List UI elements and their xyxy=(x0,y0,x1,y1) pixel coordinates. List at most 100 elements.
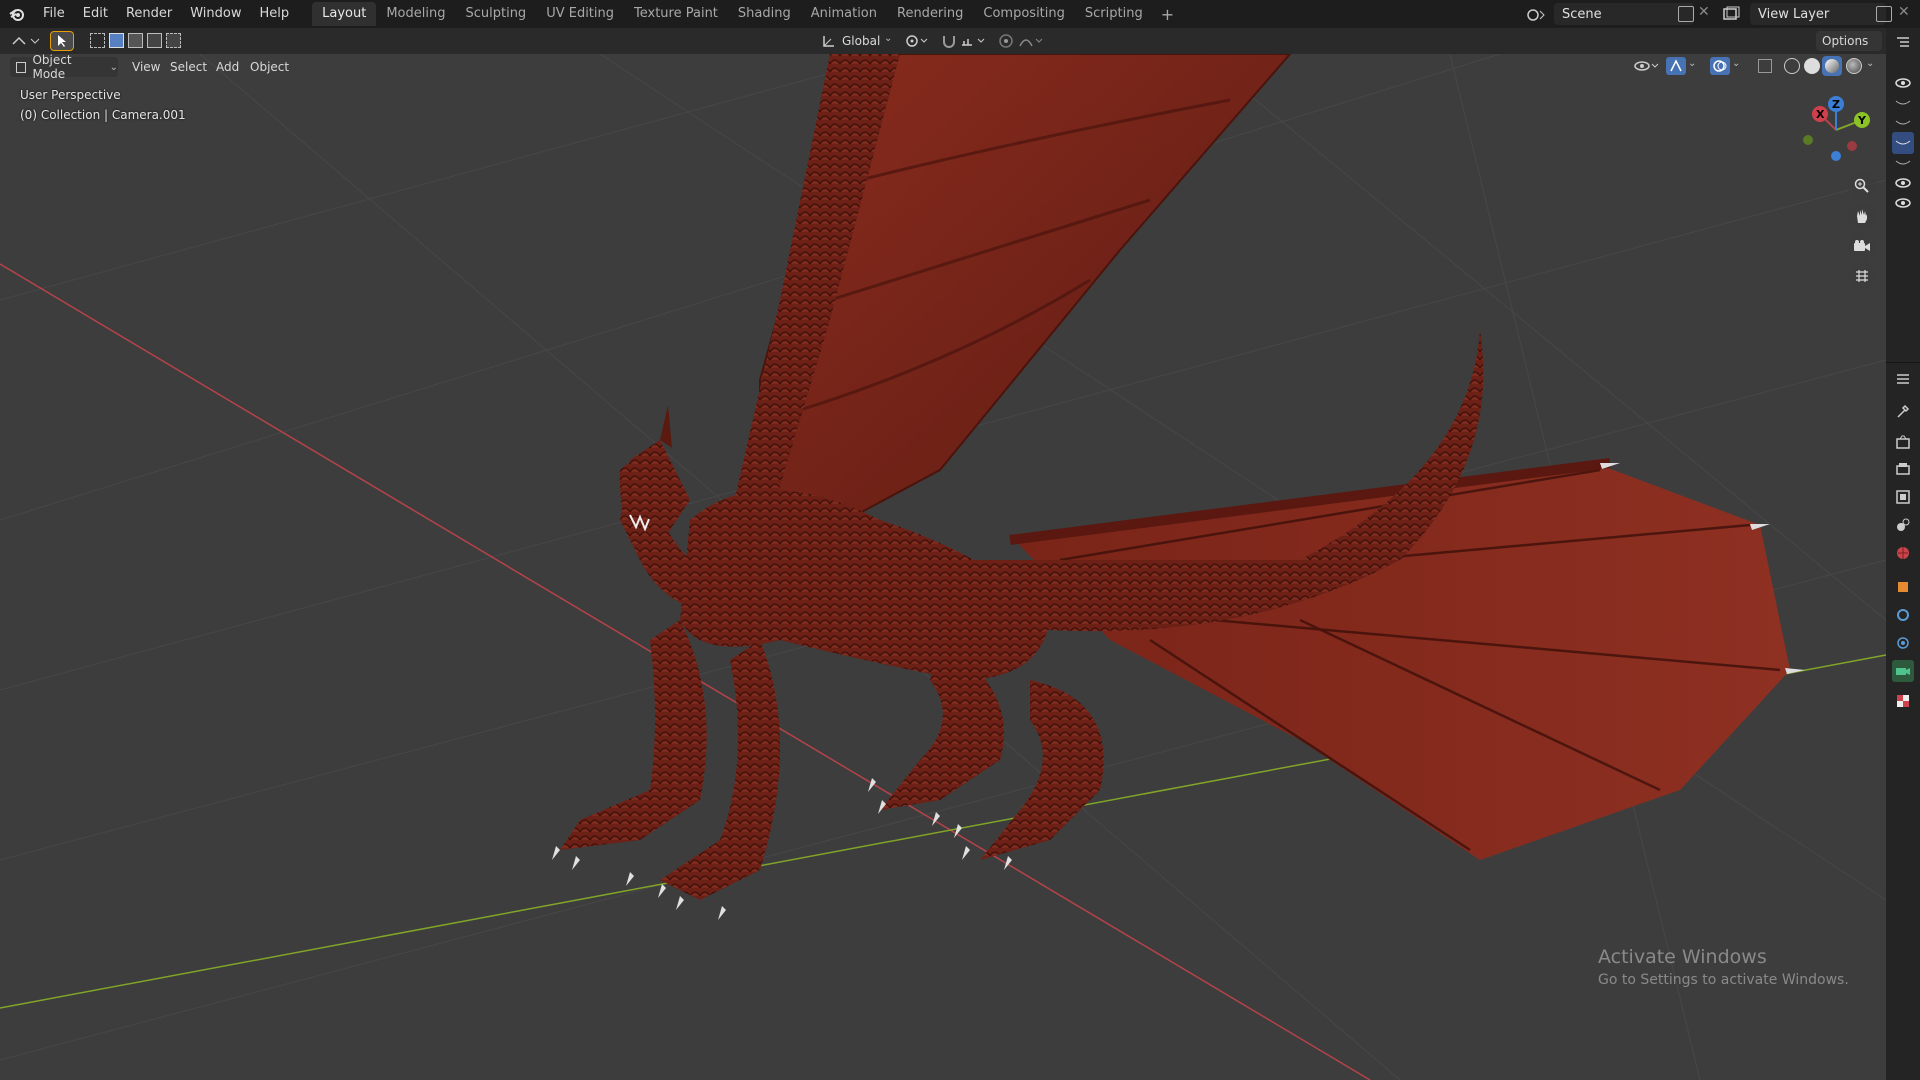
orientation-chevron-icon: ⌄ xyxy=(884,33,893,44)
modifier-properties-icon[interactable] xyxy=(1892,604,1914,626)
falloff-icon[interactable] xyxy=(1018,33,1046,49)
object-data-camera-icon[interactable] xyxy=(1892,660,1914,682)
select-extend-icon[interactable] xyxy=(109,33,124,48)
camera-view-icon[interactable] xyxy=(1848,232,1876,260)
menu-help[interactable]: Help xyxy=(251,0,299,28)
viewport-scene[interactable] xyxy=(0,54,1886,1080)
transform-orientation-icon xyxy=(822,34,836,52)
visibility-closed-eye-icon[interactable] xyxy=(1892,92,1914,114)
add-workspace-button[interactable]: + xyxy=(1153,5,1182,24)
menu-edit[interactable]: Edit xyxy=(74,0,117,28)
gizmo-y-label: Y xyxy=(1857,114,1867,127)
pan-hand-icon[interactable] xyxy=(1848,202,1876,230)
xray-toggle-icon[interactable] xyxy=(1758,59,1772,73)
menu-render[interactable]: Render xyxy=(117,0,181,28)
snap-toggle-icon[interactable] xyxy=(940,33,958,49)
overlays-dropdown-icon[interactable]: ⌄ xyxy=(1732,58,1740,69)
shading-dropdown-icon[interactable]: ⌄ xyxy=(1866,58,1874,69)
watermark-title: Activate Windows xyxy=(1598,946,1767,968)
physics-properties-icon[interactable] xyxy=(1892,632,1914,654)
visibility-eye-icon-2[interactable] xyxy=(1892,172,1914,194)
new-scene-icon[interactable] xyxy=(1678,6,1694,22)
tab-texture-paint[interactable]: Texture Paint xyxy=(624,2,728,26)
object-mode-label: Object Mode xyxy=(32,54,72,81)
close-view-layer-icon[interactable]: ✕ xyxy=(1898,4,1910,20)
strip-divider xyxy=(1886,362,1920,363)
menu-view[interactable]: View xyxy=(126,57,166,77)
editor-type-button[interactable] xyxy=(8,31,44,51)
visibility-selected-eye-icon[interactable] xyxy=(1892,132,1914,154)
select-intersect-icon[interactable] xyxy=(166,33,181,48)
tab-scripting[interactable]: Scripting xyxy=(1075,2,1153,26)
menu-object[interactable]: Object xyxy=(244,57,295,77)
menu-window[interactable]: Window xyxy=(181,0,250,28)
overlays-toggle-icon[interactable] xyxy=(1710,57,1730,75)
scene-properties-icon[interactable] xyxy=(1892,514,1914,536)
view-layer-icon[interactable] xyxy=(1722,6,1744,22)
tab-modeling[interactable]: Modeling xyxy=(376,2,455,26)
tab-shading[interactable]: Shading xyxy=(728,2,801,26)
shading-solid-icon[interactable] xyxy=(1804,58,1820,74)
visibility-eye-icon-3[interactable] xyxy=(1892,192,1914,214)
dragon-claws xyxy=(552,778,1012,920)
properties-editor-icon[interactable] xyxy=(1892,368,1914,390)
blender-logo-icon[interactable] xyxy=(0,0,34,28)
collection-label: (0) Collection | Camera.001 xyxy=(20,108,186,122)
object-mode-dropdown[interactable]: Object Mode ⌄ xyxy=(10,54,118,81)
world-properties-icon[interactable] xyxy=(1892,542,1914,564)
visibility-eye-icon[interactable] xyxy=(1892,72,1914,94)
new-view-layer-icon[interactable] xyxy=(1876,6,1892,22)
tool-settings-header: Global ⌄ Options xyxy=(0,28,1886,54)
options-dropdown[interactable]: Options xyxy=(1816,31,1882,51)
pivot-point-icon[interactable] xyxy=(904,33,930,49)
selection-mode-icons[interactable] xyxy=(90,33,182,49)
tab-layout[interactable]: Layout xyxy=(312,2,377,26)
navigation-gizmo[interactable]: X Y Z xyxy=(1796,90,1876,170)
tab-animation[interactable]: Animation xyxy=(801,2,887,26)
proportional-edit-icon[interactable] xyxy=(998,33,1014,49)
view-layer-properties-icon[interactable] xyxy=(1892,486,1914,508)
tab-sculpting[interactable]: Sculpting xyxy=(455,2,536,26)
activate-windows-watermark: Activate Windows Go to Settings to activ… xyxy=(1598,946,1849,988)
tool-properties-icon[interactable] xyxy=(1892,400,1914,422)
gizmo-x-label: X xyxy=(1816,108,1825,121)
select-new-icon[interactable] xyxy=(90,33,105,48)
scene-name: Scene xyxy=(1562,6,1602,22)
3d-viewport[interactable]: Object Mode ⌄ View Select Add Object ⌄ ⌄… xyxy=(0,54,1886,1080)
menu-select[interactable]: Select xyxy=(164,57,213,77)
visibility-closed-eye-icon-3[interactable] xyxy=(1892,152,1914,174)
watermark-subtitle: Go to Settings to activate Windows. xyxy=(1598,972,1849,988)
view-layer-name: View Layer xyxy=(1758,6,1830,22)
tab-uv-editing[interactable]: UV Editing xyxy=(536,2,624,26)
render-properties-icon[interactable] xyxy=(1892,432,1914,454)
gizmo-z-label: Z xyxy=(1832,98,1840,111)
shading-material-icon[interactable] xyxy=(1822,56,1842,76)
mode-chevron-icon: ⌄ xyxy=(109,61,118,73)
shading-wireframe-icon[interactable] xyxy=(1784,58,1800,74)
close-scene-icon[interactable]: ✕ xyxy=(1698,4,1710,20)
ortho-grid-icon[interactable] xyxy=(1848,262,1876,290)
select-invert-icon[interactable] xyxy=(147,33,162,48)
menu-file[interactable]: File xyxy=(34,0,74,28)
top-bar: File Edit Render Window Help Layout Mode… xyxy=(0,0,1920,28)
select-tool-icon[interactable] xyxy=(50,31,74,51)
texture-properties-icon[interactable] xyxy=(1892,690,1914,712)
snap-target-icon[interactable] xyxy=(960,33,990,49)
visibility-closed-eye-icon-2[interactable] xyxy=(1892,112,1914,134)
menu-add[interactable]: Add xyxy=(210,57,245,77)
gizmo-dropdown-icon[interactable]: ⌄ xyxy=(1688,58,1696,69)
tab-rendering[interactable]: Rendering xyxy=(887,2,973,26)
outliner-icon[interactable] xyxy=(1892,32,1914,54)
gizmo-toggle-icon[interactable] xyxy=(1666,57,1686,75)
dragon-model[interactable] xyxy=(552,54,1805,920)
shading-rendered-icon[interactable] xyxy=(1846,58,1862,74)
scene-field[interactable]: Scene xyxy=(1554,3,1694,25)
scene-selector-icon[interactable] xyxy=(1526,5,1552,23)
select-subtract-icon[interactable] xyxy=(128,33,143,48)
tab-compositing[interactable]: Compositing xyxy=(973,2,1075,26)
object-visibility-icon[interactable] xyxy=(1634,58,1662,74)
object-properties-icon[interactable] xyxy=(1892,576,1914,598)
output-properties-icon[interactable] xyxy=(1892,458,1914,480)
view-layer-field[interactable]: View Layer xyxy=(1750,3,1886,25)
zoom-icon[interactable] xyxy=(1848,172,1876,200)
